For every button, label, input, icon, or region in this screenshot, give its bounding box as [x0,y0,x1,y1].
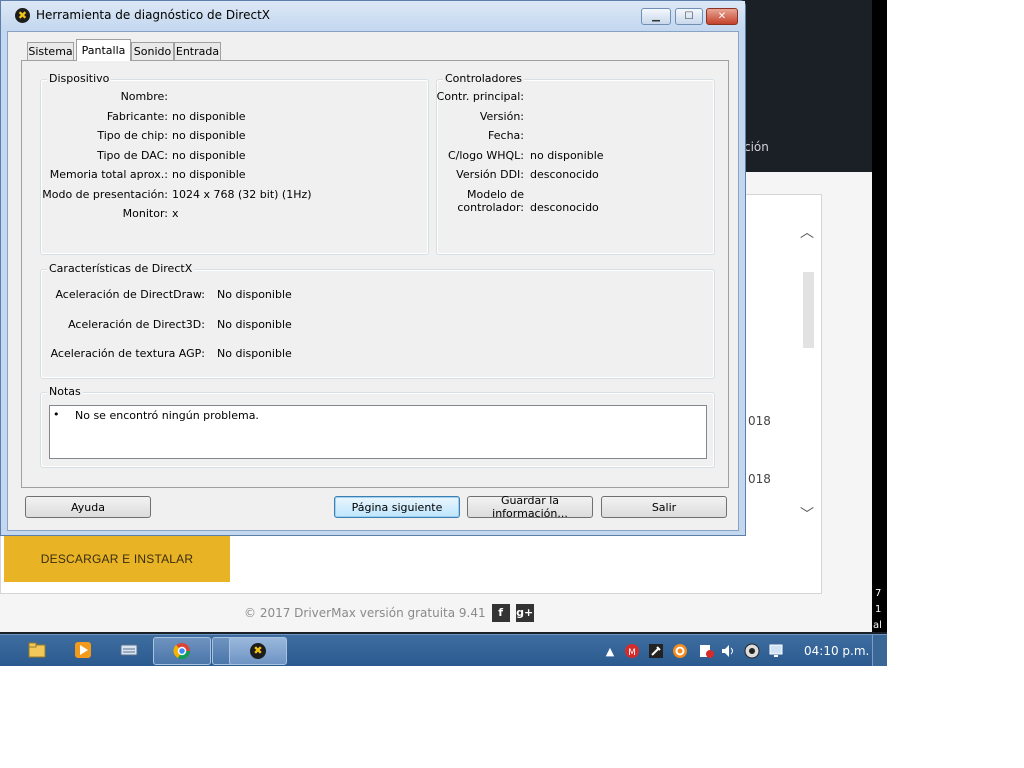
directx-features-title: Características de DirectX [47,262,195,275]
directx-icon: ✖ [15,8,30,23]
total-memory-value: no disponible [172,168,246,181]
total-memory-label: Memoria total aprox.: [49,168,168,181]
file-explorer-icon[interactable] [26,639,48,661]
whql-value: no disponible [530,149,604,162]
drivers-group: Controladores Contr. principal: Versión:… [436,72,715,255]
agp-texture-accel-value: No disponible [217,347,292,360]
title-bar[interactable]: ✖ Herramienta de diagnóstico de DirectX … [1,1,745,31]
tab-sonido[interactable]: Sonido [131,42,174,60]
tray-expand-icon[interactable]: ▲ [602,643,618,659]
volume-icon[interactable] [720,643,736,659]
help-button[interactable]: Ayuda [25,496,151,518]
background-footer: © 2017 DriverMax versión gratuita 9.41 f… [244,604,534,622]
notes-textbox[interactable]: • No se encontró ningún problema. [49,405,707,459]
dac-type-label: Tipo de DAC: [97,149,168,162]
direct3d-accel-label: Aceleración de Direct3D: [68,318,205,331]
notes-item: No se encontró ningún problema. [75,409,259,422]
taskbar: ✖ ▲ M 04:10 p.m. [0,634,887,666]
svg-text:M: M [628,648,636,658]
manufacturer-label: Fabricante: [106,110,168,123]
minimize-button[interactable]: ▁ [641,8,671,25]
directx-diagnostic-window: ✖ Herramienta de diagnóstico de DirectX … [0,0,746,536]
tab-pantalla[interactable]: Pantalla [76,39,131,61]
show-desktop-button[interactable] [872,635,887,666]
main-driver-label: Contr. principal: [436,90,524,103]
exit-button[interactable]: Salir [601,496,727,518]
dialog-client-area: Sistema Pantalla Sonido Entrada Disposit… [7,31,739,531]
media-player-icon[interactable] [72,639,94,661]
background-date-fragment: 018 [748,414,771,428]
network-icon[interactable] [768,643,784,659]
directx-icon: ✖ [250,643,266,659]
direct3d-accel-value: No disponible [217,318,292,331]
notes-title: Notas [47,385,83,398]
driver-version-label: Versión: [479,110,524,123]
chip-type-value: no disponible [172,129,246,142]
display-mode-label: Modo de presentación: [42,188,168,201]
google-plus-icon[interactable]: g+ [515,604,534,622]
agp-texture-accel-label: Aceleración de textura AGP: [50,347,205,360]
tab-sistema[interactable]: Sistema [27,42,74,60]
maximize-button[interactable]: ☐ [675,8,703,25]
edge-fragment: 1 [875,604,882,615]
tab-entrada[interactable]: Entrada [174,42,221,60]
display-mode-value: 1024 x 768 (32 bit) (1Hz) [172,188,312,201]
window-title: Herramienta de diagnóstico de DirectX [36,8,270,22]
next-page-button[interactable]: Página siguiente [334,496,460,518]
chrome-taskbar-button[interactable] [153,637,211,665]
scroll-up-icon[interactable]: ︿ [800,222,814,242]
driver-model-label-line1: Modelo de [466,188,524,201]
manufacturer-value: no disponible [172,110,246,123]
background-right-edge: 7 1 al [872,0,887,632]
whql-label: C/logo WHQL: [447,149,524,162]
display-tab-page: Dispositivo Nombre: Fabricante: no dispo… [21,60,729,488]
avast-tray-icon[interactable] [672,643,688,659]
directx-taskbar-button[interactable]: ✖ [229,637,287,665]
dac-type-value: no disponible [172,149,246,162]
monitor-label: Monitor: [122,207,168,220]
keyboard-icon[interactable] [118,639,140,661]
driver-date-label: Fecha: [488,129,524,142]
chrome-icon [173,643,191,660]
monitor-value: x [172,207,179,220]
chip-type-label: Tipo de chip: [97,129,168,142]
directx-features-group: Características de DirectX Aceleración d… [40,262,715,379]
footer-copyright: © 2017 DriverMax versión gratuita 9.41 [244,606,486,620]
notes-group: Notas • No se encontró ningún problema. [40,385,715,468]
action-center-icon[interactable] [698,643,714,659]
download-install-button[interactable]: DESCARGAR E INSTALAR [4,536,230,582]
shield-tray-icon[interactable] [744,643,760,659]
device-group: Dispositivo Nombre: Fabricante: no dispo… [40,72,429,255]
directdraw-accel-label: Aceleración de DirectDraw: [55,288,205,301]
driver-model-value: desconocido [530,201,599,214]
save-info-button[interactable]: Guardar la información... [467,494,593,520]
notes-bullet: • [53,408,60,421]
drivers-group-title: Controladores [443,72,524,85]
edge-fragment: 7 [875,588,882,599]
wrench-tray-icon[interactable] [648,643,664,659]
device-name-label: Nombre: [120,90,168,103]
scroll-down-icon[interactable]: ﹀ [800,504,814,524]
device-group-title: Dispositivo [47,72,112,85]
background-date-fragment: 018 [748,472,771,486]
directdraw-accel-value: No disponible [217,288,292,301]
driver-model-label-line2: controlador: [457,201,524,214]
ddi-version-label: Versión DDI: [456,168,524,181]
background-scrollbar[interactable] [803,272,814,348]
background-nav-item[interactable]: ción [744,140,769,154]
ddi-version-value: desconocido [530,168,599,181]
taskbar-clock[interactable]: 04:10 p.m. [804,644,869,658]
edge-fragment: al [873,620,882,631]
facebook-icon[interactable]: f [491,604,510,622]
close-button[interactable]: ✕ [706,8,738,25]
antivirus-tray-icon[interactable]: M [624,643,640,659]
